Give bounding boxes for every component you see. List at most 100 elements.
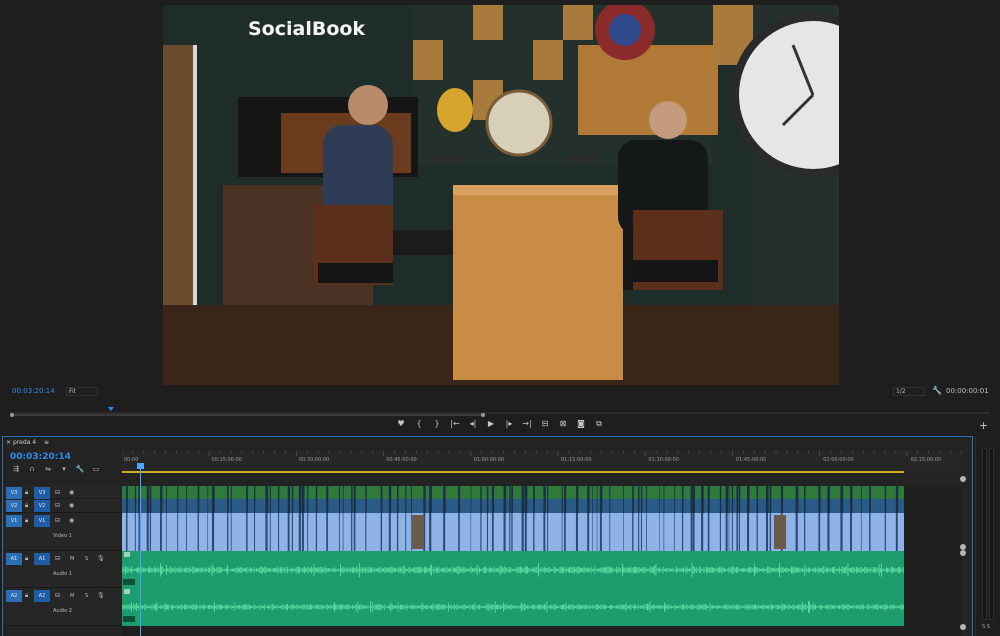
scroll-knob-mid-2[interactable] [960, 550, 966, 556]
mic-icon[interactable]: 🎙︎ [97, 555, 105, 562]
play-icon[interactable]: ▶ [485, 418, 497, 430]
track-clips [121, 486, 962, 636]
lock-icon[interactable]: 🔒︎ [25, 555, 28, 563]
time-ruler[interactable]: 00:00 00:15:00:00 00:30:00:00 00:45:00:00 01… [122, 451, 962, 473]
nest-icon[interactable]: ⇶ [11, 465, 21, 473]
close-tab-icon[interactable]: × [6, 437, 11, 449]
timeline-tab[interactable]: × preda 4 ≡ [3, 437, 972, 449]
a1-clip-label[interactable] [123, 579, 135, 585]
panel-menu-icon[interactable]: ≡ [44, 439, 49, 446]
playhead-timecode[interactable]: 00:03:20:14 [12, 387, 55, 395]
sync-lock-icon[interactable]: ⊟ [55, 502, 60, 509]
scroll-knob-bottom[interactable] [960, 624, 966, 630]
a1-fx-badge[interactable] [124, 552, 130, 557]
mute-button[interactable]: M [70, 593, 74, 599]
scroll-knob-top[interactable] [960, 476, 966, 482]
solo-button[interactable]: S [85, 556, 88, 562]
marker-icon[interactable]: ♥ [395, 418, 407, 430]
track-name: Audio 1 [53, 570, 72, 577]
mark-out-icon[interactable]: } [431, 418, 443, 430]
track-lanes[interactable] [121, 486, 962, 636]
audio-meter-right [989, 448, 994, 620]
playhead-line[interactable] [140, 465, 141, 636]
audio-meters: S S [975, 436, 1000, 636]
ruler-tick-label: 02:15:00:00 [910, 457, 942, 463]
source-patch[interactable]: V3 [6, 486, 22, 499]
premiere-pro-window: SocialBook 00:03:20:14 Fit 1/2 🔧 00:00:0… [0, 0, 1000, 636]
timeline-settings-wrench-icon[interactable]: 🔧 [75, 465, 85, 473]
sync-lock-icon[interactable]: ⊟ [55, 555, 60, 562]
step-back-icon[interactable]: ◂| [467, 418, 479, 430]
ruler-tick-label: 01:45:00:00 [735, 457, 767, 463]
v3-clip[interactable] [122, 486, 904, 499]
compare-icon[interactable]: ⧉ [593, 418, 605, 430]
add-button-icon[interactable]: + [979, 419, 988, 432]
ruler-tick-label: 00:15:00:00 [211, 457, 242, 463]
a2-clip-label[interactable] [123, 616, 135, 622]
lock-icon[interactable]: 🔒︎ [25, 592, 28, 600]
sync-lock-icon[interactable]: ⊟ [55, 517, 60, 524]
track-header-v2[interactable]: V2 🔒︎ V2 ⊟ ◉ [3, 499, 121, 513]
transport-controls: ♥ { } |← ◂| ▶ |▸ →| ⊟ ⊠ ◙ ⧉ [0, 416, 1000, 432]
resolution-dropdown[interactable]: 1/2 [893, 387, 925, 396]
source-patch[interactable]: A1 [6, 553, 22, 565]
track-target[interactable]: A2 [34, 590, 50, 602]
timeline-vertical-scrollbar[interactable] [959, 474, 967, 634]
track-target[interactable]: V2 [34, 500, 50, 512]
zoom-fit-dropdown[interactable]: Fit [66, 387, 98, 396]
timeline-timecode[interactable]: 00:03:20:14 [10, 452, 71, 462]
linked-selection-icon[interactable]: ⇋ [43, 465, 53, 473]
v2-clip[interactable] [122, 499, 904, 513]
go-to-in-icon[interactable]: |← [449, 418, 461, 430]
track-header-v1[interactable]: V1 🔒︎ V1 ⊟ ◉ Video 1 [3, 513, 121, 551]
ruler-tick-label: 01:30:00:00 [648, 457, 679, 463]
lift-icon[interactable]: ⊟ [539, 418, 551, 430]
lock-icon[interactable]: 🔒︎ [25, 489, 28, 497]
eye-icon[interactable]: ◉ [69, 489, 74, 496]
captions-icon[interactable]: ▭ [91, 465, 101, 473]
step-forward-icon[interactable]: |▸ [503, 418, 515, 430]
track-name: Video 1 [53, 533, 72, 539]
mute-button[interactable]: M [70, 556, 74, 562]
sync-lock-icon[interactable]: ⊟ [55, 592, 60, 599]
sequence-name: preda 4 [13, 439, 37, 446]
ruler-tick-label: 02:00:00:00 [823, 457, 854, 463]
solo-button[interactable]: S [85, 593, 88, 599]
source-patch[interactable]: V2 [6, 500, 22, 512]
monitor-controls-bar: 00:03:20:14 Fit 1/2 🔧 00:00:00:01 [0, 384, 1000, 400]
track-target[interactable]: V1 [34, 515, 50, 527]
ruler-ticks [122, 451, 962, 456]
ruler-tick-label: 00:30:00:00 [298, 457, 330, 463]
eye-icon[interactable]: ◉ [69, 517, 74, 524]
playhead-handle[interactable] [137, 463, 144, 469]
track-header-v3[interactable]: V3 🔒︎ V3 ⊟ ◉ [3, 486, 121, 499]
sync-lock-icon[interactable]: ⊟ [55, 489, 60, 496]
lock-icon[interactable]: 🔒︎ [25, 517, 28, 525]
eye-icon[interactable]: ◉ [69, 502, 74, 509]
snap-magnet-icon[interactable]: ∩ [27, 465, 37, 473]
mic-icon[interactable]: 🎙︎ [97, 592, 105, 599]
go-to-out-icon[interactable]: →| [521, 418, 533, 430]
v1-thumbnail[interactable] [774, 515, 786, 549]
source-patch[interactable]: A2 [6, 590, 22, 602]
track-header-a1[interactable]: A1 🔒︎ A1 ⊟ M S 🎙︎ Audio 1 [3, 551, 121, 588]
v1-thumbnail[interactable] [412, 515, 424, 549]
lock-icon[interactable]: 🔒︎ [25, 502, 28, 510]
settings-wrench-icon[interactable]: 🔧 [932, 386, 942, 395]
track-target[interactable]: V3 [34, 486, 50, 499]
timeline-tools: ⇶ ∩ ⇋ ▾ 🔧 ▭ [11, 465, 101, 473]
program-video-frame[interactable]: SocialBook [163, 5, 839, 385]
v1-clip[interactable] [122, 513, 904, 551]
meter-solo-labels[interactable]: S S [982, 624, 990, 630]
source-patch[interactable]: V1 [6, 515, 22, 527]
camera-icon[interactable]: ◙ [575, 418, 587, 430]
a2-fx-badge[interactable] [124, 589, 130, 594]
monitor-scrub-bar[interactable] [10, 402, 990, 417]
track-headers: V3 🔒︎ V3 ⊟ ◉ V2 🔒︎ V2 ⊟ ◉ V1 🔒︎ V1 ⊟ ◉ Video 1 A1 🔒︎ A1 ⊟ M S… [3, 486, 121, 636]
add-marker-icon[interactable]: ▾ [59, 465, 69, 473]
track-header-a2[interactable]: A2 🔒︎ A2 ⊟ M S 🎙︎ Audio 2 [3, 588, 121, 626]
work-area-bar[interactable] [122, 471, 904, 473]
extract-icon[interactable]: ⊠ [557, 418, 569, 430]
track-target[interactable]: A1 [34, 553, 50, 565]
mark-in-icon[interactable]: { [413, 418, 425, 430]
